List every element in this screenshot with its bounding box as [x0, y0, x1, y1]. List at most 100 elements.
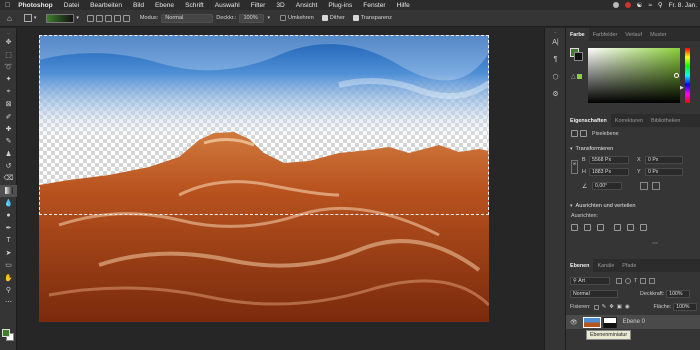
blend-mode-select[interactable]: Normal: [570, 290, 618, 298]
transform-header[interactable]: ▾ Transformieren: [570, 146, 613, 152]
wifi-icon[interactable]: ≈: [648, 2, 652, 9]
radial-gradient-icon[interactable]: [95, 14, 103, 22]
tab-farbe[interactable]: Farbe: [566, 28, 589, 41]
gradient-preview[interactable]: [46, 13, 75, 23]
lock-position-icon[interactable]: ✥: [609, 304, 614, 310]
tab-pfade[interactable]: Pfade: [618, 259, 640, 272]
flip-horizontal-icon[interactable]: [640, 182, 648, 190]
gradient-tool-icon[interactable]: [0, 184, 17, 198]
tab-eigenschaften[interactable]: Eigenschaften: [566, 114, 611, 127]
align-right-icon[interactable]: [597, 224, 604, 231]
align-vcenter-icon[interactable]: [627, 224, 634, 231]
move-tool-icon[interactable]: ✥: [0, 36, 17, 48]
deckkraft-chevron-icon[interactable]: ▾: [267, 15, 270, 21]
menu-plugins[interactable]: Plug-ins: [328, 2, 352, 9]
stamp-tool-icon[interactable]: ♟: [0, 148, 17, 160]
filter-type-icon[interactable]: T: [634, 278, 637, 284]
align-top-icon[interactable]: [614, 224, 621, 231]
width-input[interactable]: 5568 Px: [589, 156, 629, 164]
reflected-gradient-icon[interactable]: [113, 14, 121, 22]
visibility-eye-icon[interactable]: 👁: [570, 319, 578, 326]
layer-filter-select[interactable]: ⚲ Art: [570, 277, 610, 285]
tab-korrekturen[interactable]: Korrekturen: [611, 114, 647, 127]
status-icon-1[interactable]: [612, 2, 619, 8]
more-tools-icon[interactable]: ⋯: [0, 296, 17, 308]
type-tool-icon[interactable]: T: [0, 234, 17, 246]
hue-slider[interactable]: [685, 48, 690, 103]
color-field[interactable]: [588, 48, 680, 103]
linear-gradient-icon[interactable]: [86, 14, 94, 22]
menu-3d[interactable]: 3D: [276, 2, 284, 9]
apple-icon[interactable]: : [5, 2, 10, 9]
gamut-warning-icon[interactable]: △: [571, 73, 576, 80]
dither-checkbox[interactable]: [321, 15, 328, 21]
document-canvas[interactable]: [39, 35, 489, 322]
dodge-tool-icon[interactable]: ●: [0, 209, 17, 221]
menu-ebene[interactable]: Ebene: [155, 2, 174, 9]
hue-slider-arrow-icon[interactable]: ▶: [680, 85, 684, 91]
menu-auswahl[interactable]: Auswahl: [215, 2, 240, 9]
filter-smart-icon[interactable]: [649, 278, 656, 284]
toolbar-grip[interactable]: …: [0, 28, 17, 36]
tab-farbfelder[interactable]: Farbfelder: [589, 28, 622, 41]
hand-tool-icon[interactable]: ✋: [0, 271, 17, 283]
status-icon-2[interactable]: [624, 2, 631, 8]
x-input[interactable]: 0 Px: [645, 156, 683, 164]
lock-transparent-icon[interactable]: [593, 304, 599, 310]
lock-artboard-icon[interactable]: ▣: [617, 304, 622, 310]
tool-preset-picker[interactable]: ▾: [23, 14, 36, 22]
angle-gradient-icon[interactable]: [104, 14, 112, 22]
opacity-input[interactable]: 100%: [666, 290, 691, 298]
diamond-gradient-icon[interactable]: [122, 14, 130, 22]
3d-panel-icon[interactable]: ⬡: [545, 68, 566, 85]
align-bottom-icon[interactable]: [640, 224, 647, 231]
y-input[interactable]: 0 Px: [645, 168, 683, 176]
align-header[interactable]: ▾ Ausrichten und verteilen: [570, 203, 636, 209]
lock-paint-icon[interactable]: ✎: [602, 304, 607, 310]
blur-tool-icon[interactable]: 💧: [0, 197, 17, 209]
healing-brush-icon[interactable]: ✚: [0, 123, 17, 135]
align-hcenter-icon[interactable]: [584, 224, 591, 231]
lasso-tool-icon[interactable]: ➰: [0, 61, 17, 73]
fill-input[interactable]: 100%: [673, 303, 698, 311]
align-left-icon[interactable]: [571, 224, 578, 231]
menu-datei[interactable]: Datei: [64, 2, 79, 9]
clock[interactable]: Fr. 8. Jan.: [669, 2, 697, 9]
menu-filter[interactable]: Filter: [251, 2, 266, 9]
eraser-tool-icon[interactable]: ⌫: [0, 172, 17, 184]
menu-bearbeiten[interactable]: Bearbeiten: [90, 2, 122, 9]
deckkraft-input[interactable]: 100%: [239, 13, 265, 23]
flip-vertical-icon[interactable]: [652, 182, 660, 190]
layer-mask-thumbnail[interactable]: [602, 316, 617, 328]
zoom-tool-icon[interactable]: ⚲: [0, 284, 17, 296]
eyedropper-tool-icon[interactable]: ✐: [0, 110, 17, 122]
more-options-icon[interactable]: ⋯: [652, 240, 658, 247]
menu-ansicht[interactable]: Ansicht: [296, 2, 318, 9]
tab-muster[interactable]: Muster: [646, 28, 670, 41]
umkehren-checkbox[interactable]: [279, 15, 286, 21]
lock-all-icon[interactable]: ◉: [625, 304, 630, 310]
height-input[interactable]: 1883 Px: [589, 168, 629, 176]
menu-schrift[interactable]: Schrift: [185, 2, 204, 9]
home-icon[interactable]: ⌂: [7, 14, 12, 23]
modus-select[interactable]: Normal: [161, 13, 214, 23]
tab-bibliotheken[interactable]: Bibliotheken: [647, 114, 684, 127]
frame-tool-icon[interactable]: ⊠: [0, 98, 17, 110]
quick-select-tool-icon[interactable]: ✦: [0, 73, 17, 85]
angle-input[interactable]: 0,00°: [592, 182, 622, 190]
filter-shape-icon[interactable]: [640, 278, 647, 284]
menu-hilfe[interactable]: Hilfe: [397, 2, 410, 9]
control-center-icon[interactable]: ☯: [637, 1, 643, 9]
rectangle-tool-icon[interactable]: ▭: [0, 259, 17, 271]
menu-photoshop[interactable]: Photoshop: [18, 2, 52, 9]
transparenz-checkbox[interactable]: [352, 15, 359, 21]
color-panel-background[interactable]: [574, 52, 583, 61]
layer-row[interactable]: 👁 Ebene 0: [566, 315, 700, 329]
pen-tool-icon[interactable]: ✒: [0, 222, 17, 234]
link-dimensions-icon[interactable]: ∞: [571, 160, 578, 174]
filter-adjust-icon[interactable]: [625, 278, 631, 284]
character-panel-icon[interactable]: A|: [545, 34, 566, 51]
layer-thumbnail[interactable]: [582, 316, 601, 328]
filter-pixel-icon[interactable]: [616, 278, 622, 284]
marquee-tool-icon[interactable]: ⬚: [0, 48, 17, 60]
